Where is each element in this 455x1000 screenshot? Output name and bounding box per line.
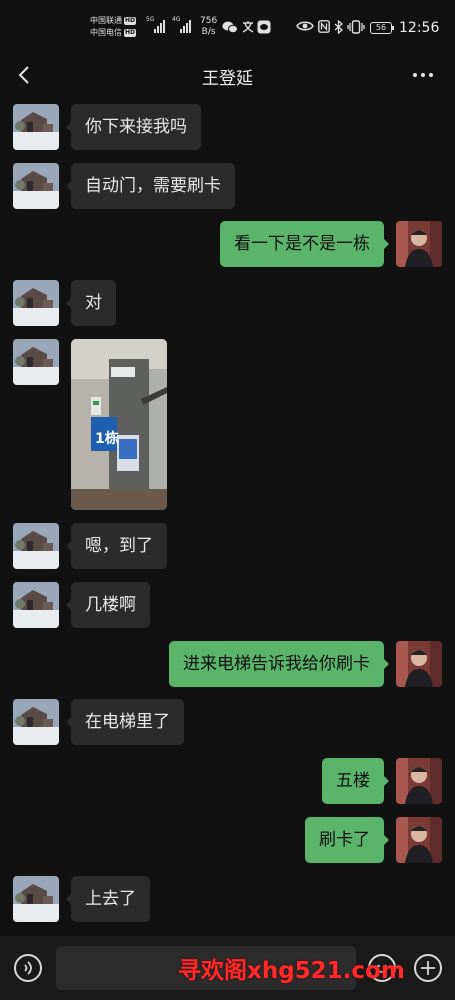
my-avatar[interactable] xyxy=(396,817,442,863)
image-message[interactable]: 1栋 xyxy=(71,339,167,510)
message-bubble-incoming[interactable]: 自动门，需要刷卡 xyxy=(66,163,235,209)
carrier-2: 中国电信 xyxy=(90,28,122,37)
message-bubble-incoming[interactable]: 上去了 xyxy=(66,876,150,922)
network-speed: 756 B/s xyxy=(200,16,217,38)
hd-badge: HD xyxy=(124,29,137,37)
contact-avatar[interactable] xyxy=(13,339,59,385)
vibrate-icon xyxy=(347,20,365,37)
message-bubble-outgoing[interactable]: 刷卡了 xyxy=(305,817,389,863)
my-avatar[interactable] xyxy=(396,641,442,687)
my-avatar[interactable] xyxy=(396,221,442,267)
eye-icon xyxy=(296,20,314,35)
message-bubble-outgoing[interactable]: 五楼 xyxy=(322,758,389,804)
watermark-text: 寻欢阁xhg521.com xyxy=(178,958,405,984)
message-app-icon xyxy=(257,20,271,37)
battery-indicator: 56 xyxy=(370,22,394,34)
contact-avatar[interactable] xyxy=(13,163,59,209)
signal-4g-icon: 4G xyxy=(172,16,194,33)
status-bar: 中国联通 HD 中国电信 HD 5G 4G 756 B/s 56 12:56 xyxy=(0,0,455,56)
message-list[interactable]: 你下来接我吗 自动门，需要刷卡 看一下是不是一栋 对 1栋 嗯，到了 几楼啊 进… xyxy=(0,96,455,936)
hd-badge: HD xyxy=(124,17,137,25)
contact-avatar[interactable] xyxy=(13,523,59,569)
contact-avatar[interactable] xyxy=(13,104,59,150)
more-dots-icon[interactable] xyxy=(408,64,438,86)
carrier-1: 中国联通 xyxy=(90,16,122,25)
message-bubble-incoming[interactable]: 你下来接我吗 xyxy=(66,104,201,150)
message-bubble-incoming[interactable]: 在电梯里了 xyxy=(66,699,184,745)
signal-5g-icon: 5G xyxy=(146,16,168,33)
input-bar: 寻欢阁xhg521.com xyxy=(0,936,455,1000)
network-type-label: 5G xyxy=(146,16,155,23)
nfc-icon xyxy=(318,20,330,36)
message-bubble-outgoing[interactable]: 进来电梯告诉我给你刷卡 xyxy=(169,641,389,687)
chat-header: 王登延 xyxy=(0,56,455,96)
my-avatar[interactable] xyxy=(396,758,442,804)
network-type-label: 4G xyxy=(172,16,181,23)
bluetooth-icon xyxy=(334,19,343,37)
contact-avatar[interactable] xyxy=(13,582,59,628)
contact-avatar[interactable] xyxy=(13,876,59,922)
message-bubble-incoming[interactable]: 几楼啊 xyxy=(66,582,150,628)
status-time: 12:56 xyxy=(399,20,440,36)
message-bubble-incoming[interactable]: 嗯，到了 xyxy=(66,523,167,569)
message-bubble-incoming[interactable]: 对 xyxy=(66,280,116,326)
image-message-text: 1栋 xyxy=(95,430,119,447)
voice-icon[interactable] xyxy=(14,954,42,982)
wechat-icon xyxy=(222,20,238,37)
plus-icon[interactable] xyxy=(414,954,442,982)
carrier-info: 中国联通 HD 中国电信 HD xyxy=(90,15,137,39)
message-bubble-outgoing[interactable]: 看一下是不是一栋 xyxy=(220,221,389,267)
contact-avatar[interactable] xyxy=(13,699,59,745)
translate-icon xyxy=(241,20,255,37)
network-speed-unit: B/s xyxy=(201,27,216,37)
contact-avatar[interactable] xyxy=(13,280,59,326)
network-speed-value: 756 xyxy=(200,16,218,26)
chat-title: 王登延 xyxy=(202,69,253,89)
